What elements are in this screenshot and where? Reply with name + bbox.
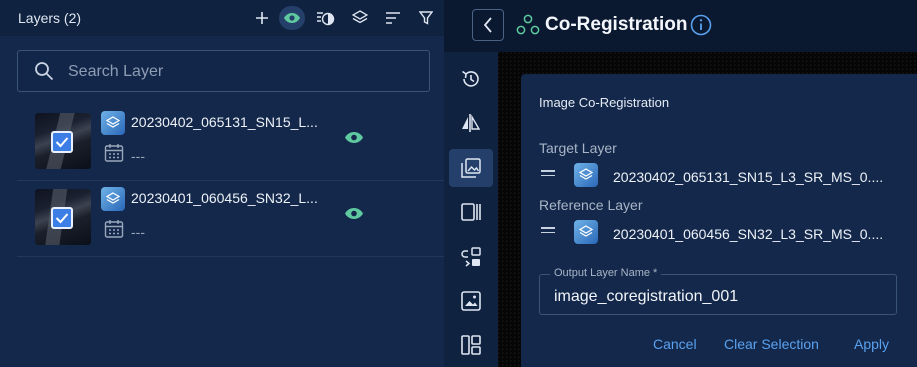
layers-title: Layers (2): [18, 10, 82, 26]
layer-row[interactable]: 20230401_060456_SN32_L... ---: [17, 181, 444, 257]
check-icon: [55, 213, 69, 224]
info-icon[interactable]: [690, 14, 712, 41]
sort-icon[interactable]: [380, 6, 406, 30]
layers-header: Layers (2): [0, 0, 444, 36]
calendar-icon: [104, 219, 124, 244]
cancel-button[interactable]: Cancel: [653, 336, 697, 352]
check-icon: [55, 137, 69, 148]
history-icon[interactable]: [449, 60, 493, 98]
tool-title: Co-Registration: [545, 14, 688, 35]
filter-icon[interactable]: [413, 6, 439, 30]
layer-date: ---: [131, 224, 145, 240]
search-box[interactable]: [17, 50, 430, 92]
calendar-icon: [104, 143, 124, 168]
contrast-icon[interactable]: [313, 6, 339, 30]
output-layer-input[interactable]: [554, 286, 884, 308]
layer-name: 20230402_065131_SN15_L...: [131, 114, 318, 130]
layer-stack-icon: [574, 163, 598, 187]
back-button[interactable]: [472, 9, 504, 41]
drag-handle-icon[interactable]: [541, 224, 555, 236]
eye-icon[interactable]: [344, 207, 364, 225]
reference-layer-value[interactable]: 20230401_060456_SN32_L3_SR_MS_0....: [613, 226, 883, 242]
apply-button[interactable]: Apply: [854, 336, 889, 352]
drag-handle-icon[interactable]: [541, 167, 555, 179]
card-title: Image Co-Registration: [539, 95, 670, 110]
layer-checkbox[interactable]: [51, 131, 73, 153]
layers-icon[interactable]: [347, 6, 373, 30]
compare-icon[interactable]: [449, 104, 493, 142]
layers-panel: Layers (2) Search Layer 20230402_065131_…: [0, 0, 444, 367]
output-layer-field[interactable]: Output Layer Name *: [539, 267, 897, 315]
target-layer-label: Target Layer: [539, 140, 617, 156]
layer-date: ---: [131, 148, 145, 164]
eye-icon[interactable]: [279, 6, 305, 30]
search-icon: [35, 62, 54, 81]
swap-icon[interactable]: [449, 238, 493, 276]
search-input[interactable]: [68, 60, 408, 84]
layer-stack-icon: [101, 111, 125, 135]
clear-selection-button[interactable]: Clear Selection: [724, 336, 819, 352]
coregistration-icon: [516, 14, 540, 41]
eye-icon[interactable]: [344, 131, 364, 149]
reference-layer-label: Reference Layer: [539, 197, 643, 213]
layer-row[interactable]: 20230402_065131_SN15_L... ---: [17, 105, 444, 181]
layer-stack-icon: [574, 220, 598, 244]
tool-rail: [444, 52, 498, 367]
layout-icon[interactable]: [449, 326, 493, 364]
layer-stack-icon: [101, 187, 125, 211]
layer-thumbnail: [35, 189, 91, 245]
add-icon[interactable]: [249, 6, 275, 30]
layer-thumbnail: [35, 113, 91, 169]
chevron-left-icon: [483, 17, 492, 33]
output-layer-label: Output Layer Name *: [550, 267, 662, 279]
image-stack-icon[interactable]: [449, 149, 493, 187]
coregistration-card: Image Co-Registration Target Layer 20230…: [521, 74, 917, 367]
image-icon[interactable]: [449, 282, 493, 320]
target-layer-value[interactable]: 20230402_065131_SN15_L3_SR_MS_0....: [613, 169, 883, 185]
layer-name: 20230401_060456_SN32_L...: [131, 190, 318, 206]
panel-icon[interactable]: [449, 193, 493, 231]
layer-checkbox[interactable]: [51, 207, 73, 229]
